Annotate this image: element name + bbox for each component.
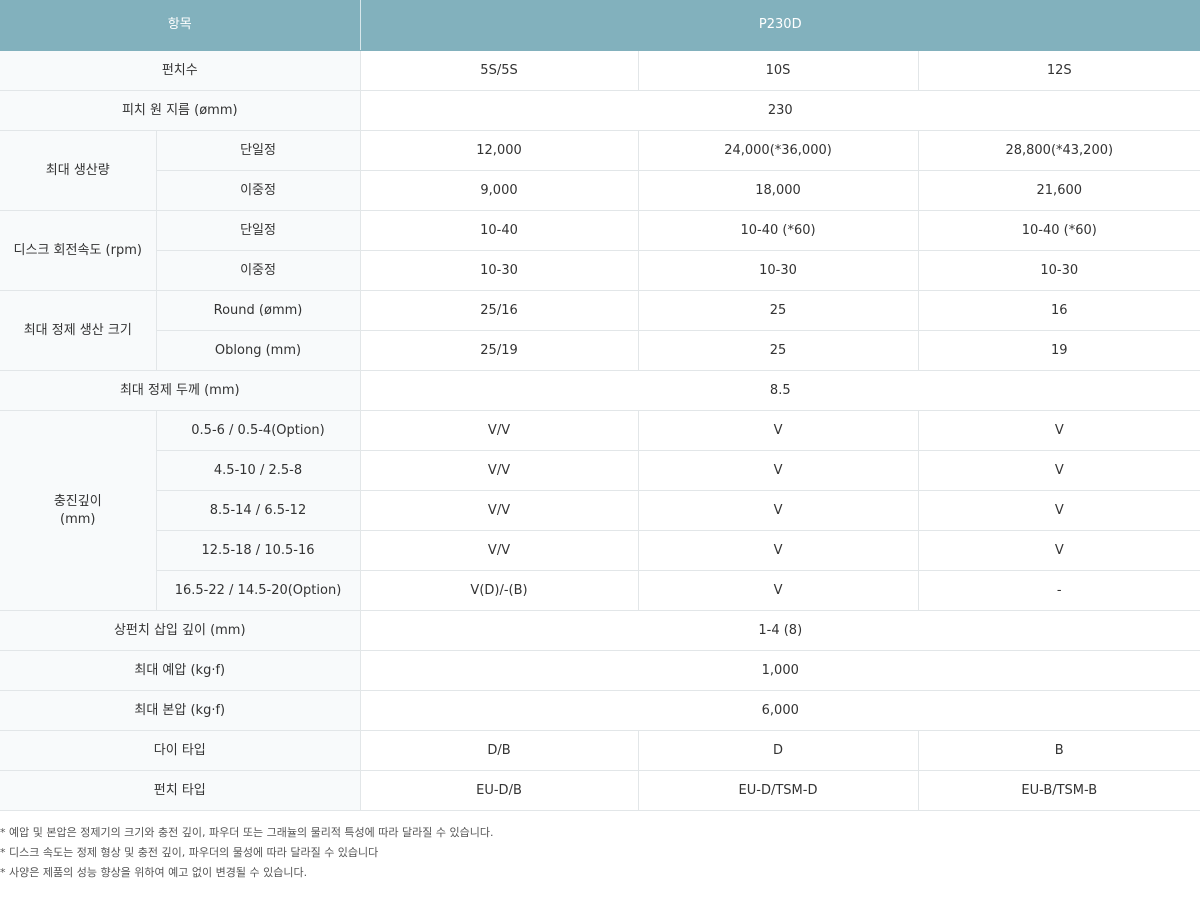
cell-value: 1-4 (8) [360, 610, 1200, 651]
group-label: 디스크 회전속도 (rpm) [0, 210, 157, 291]
row-label: 펀치 타입 [0, 770, 361, 811]
cell-value: 12,000 [360, 130, 639, 171]
cell-value: 24,000(*36,000) [638, 130, 919, 171]
sub-label: 0.5-6 / 0.5-4(Option) [156, 410, 361, 451]
cell-value: 25/16 [360, 290, 639, 331]
cell-value: V [638, 490, 919, 531]
cell-value: V/V [360, 530, 639, 571]
cell-value: B [918, 730, 1200, 771]
cell-value: 9,000 [360, 170, 639, 211]
cell-value: EU-D/TSM-D [638, 770, 919, 811]
cell-value: V/V [360, 410, 639, 451]
fill-depth-unit: (mm) [60, 511, 96, 527]
spec-table: 항목 P230D 펀치수 5S/5S 10S 12S 피치 원 지름 (ømm)… [0, 0, 1200, 811]
cell-value: 18,000 [638, 170, 919, 211]
header-row: 항목 P230D [0, 0, 1200, 51]
cell-value: 25 [638, 330, 919, 371]
cell-value: 10-40 (*60) [918, 210, 1200, 251]
table-row: 상펀치 삽입 깊이 (mm) 1-4 (8) [0, 610, 1200, 651]
sub-label: 단일정 [156, 130, 361, 171]
table-row: 충진깊이 (mm) 0.5-6 / 0.5-4(Option) V/V V V [0, 410, 1200, 611]
table-row: 16.5-22 / 14.5-20(Option) V(D)/-(B) V - [0, 570, 1200, 611]
cell-value: EU-B/TSM-B [918, 770, 1200, 811]
header-model: P230D [360, 0, 1200, 51]
table-row: 피치 원 지름 (ømm) 230 [0, 90, 1200, 131]
row-label: 펀치수 [0, 50, 361, 91]
sub-label: 이중정 [156, 170, 361, 211]
table-row: 8.5-14 / 6.5-12 V/V V V [0, 490, 1200, 531]
cell-value: V [638, 410, 919, 451]
cell-value: 25 [638, 290, 919, 331]
cell-value: 25/19 [360, 330, 639, 371]
cell-value: V/V [360, 490, 639, 531]
header-item: 항목 [0, 0, 361, 51]
cell-value: V [638, 530, 919, 571]
cell-value: V(D)/-(B) [360, 570, 639, 611]
sub-label: 8.5-14 / 6.5-12 [156, 490, 361, 531]
group-label: 최대 정제 생산 크기 [0, 290, 157, 371]
cell-value: V/V [360, 450, 639, 491]
table-row: 이중정 9,000 18,000 21,600 [0, 170, 1200, 211]
footnote: * 사양은 제품의 성능 향상을 위하여 예고 없이 변경될 수 있습니다. [0, 866, 308, 879]
cell-value: V [918, 410, 1200, 451]
cell-value: D [638, 730, 919, 771]
cell-value: V [638, 570, 919, 611]
table-row: 4.5-10 / 2.5-8 V/V V V [0, 450, 1200, 491]
sub-label: 이중정 [156, 250, 361, 291]
cell-value: D/B [360, 730, 639, 771]
table-row: 최대 정제 두께 (mm) 8.5 [0, 370, 1200, 411]
table-row: 디스크 회전속도 (rpm) 단일정 10-40 10-40 (*60) 10-… [0, 210, 1200, 291]
sub-label: 단일정 [156, 210, 361, 251]
sub-label: Round (ømm) [156, 290, 361, 331]
cell-value: 6,000 [360, 690, 1200, 731]
table-row: 펀치 타입 EU-D/B EU-D/TSM-D EU-B/TSM-B [0, 770, 1200, 811]
row-label: 다이 타입 [0, 730, 361, 771]
cell-value: 28,800(*43,200) [918, 130, 1200, 171]
table-row: 최대 본압 (kg·f) 6,000 [0, 690, 1200, 731]
cell-value: V [918, 450, 1200, 491]
fill-depth-label: 충진깊이 [53, 493, 102, 509]
sub-label: 4.5-10 / 2.5-8 [156, 450, 361, 491]
cell-value: - [918, 570, 1200, 611]
row-label: 최대 정제 두께 (mm) [0, 370, 361, 411]
cell-value: 10-40 (*60) [638, 210, 919, 251]
group-label: 충진깊이 (mm) [0, 410, 157, 611]
group-label: 최대 생산량 [0, 130, 157, 211]
table-row: 다이 타입 D/B D B [0, 730, 1200, 771]
cell-value: 8.5 [360, 370, 1200, 411]
cell-value: 16 [918, 290, 1200, 331]
table-row: 최대 예압 (kg·f) 1,000 [0, 650, 1200, 691]
cell-value: 21,600 [918, 170, 1200, 211]
table-row: 12.5-18 / 10.5-16 V/V V V [0, 530, 1200, 571]
cell-value: 1,000 [360, 650, 1200, 691]
cell-value: V [918, 490, 1200, 531]
table-row: 최대 생산량 단일정 12,000 24,000(*36,000) 28,800… [0, 130, 1200, 211]
cell-value: EU-D/B [360, 770, 639, 811]
table-row: 펀치수 5S/5S 10S 12S [0, 50, 1200, 91]
sub-label: Oblong (mm) [156, 330, 361, 371]
cell-value: 230 [360, 90, 1200, 131]
table-row: 이중정 10-30 10-30 10-30 [0, 250, 1200, 291]
sub-label: 16.5-22 / 14.5-20(Option) [156, 570, 361, 611]
row-label: 피치 원 지름 (ømm) [0, 90, 361, 131]
footnote: * 예압 및 본압은 정제기의 크기와 충전 깊이, 파우더 또는 그래뉼의 물… [0, 826, 494, 839]
cell-value: 5S/5S [360, 50, 639, 91]
footnotes: * 예압 및 본압은 정제기의 크기와 충전 깊이, 파우더 또는 그래뉼의 물… [0, 811, 1200, 883]
cell-value: 10-40 [360, 210, 639, 251]
table-row: Oblong (mm) 25/19 25 19 [0, 330, 1200, 371]
row-label: 최대 본압 (kg·f) [0, 690, 361, 731]
cell-value: 10S [638, 50, 919, 91]
cell-value: 10-30 [360, 250, 639, 291]
cell-value: 19 [918, 330, 1200, 371]
row-label: 최대 예압 (kg·f) [0, 650, 361, 691]
row-label: 상펀치 삽입 깊이 (mm) [0, 610, 361, 651]
cell-value: V [918, 530, 1200, 571]
cell-value: 10-30 [638, 250, 919, 291]
cell-value: 10-30 [918, 250, 1200, 291]
sub-label: 12.5-18 / 10.5-16 [156, 530, 361, 571]
cell-value: V [638, 450, 919, 491]
footnote: * 디스크 속도는 정제 형상 및 충전 깊이, 파우더의 물성에 따라 달라질… [0, 846, 379, 859]
table-row: 최대 정제 생산 크기 Round (ømm) 25/16 25 16 [0, 290, 1200, 371]
cell-value: 12S [918, 50, 1200, 91]
